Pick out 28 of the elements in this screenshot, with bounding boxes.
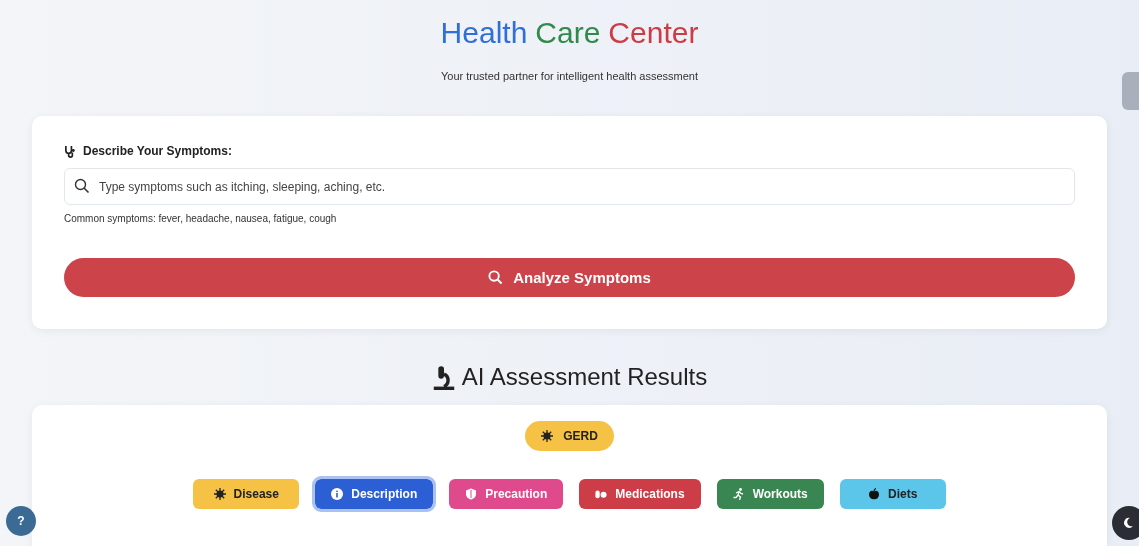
hint-text: Common symptoms: fever, headache, nausea, fatigue, cough [64, 213, 338, 224]
shield-icon [465, 488, 478, 500]
moon-icon [1122, 517, 1134, 529]
virus-icon [541, 430, 554, 442]
pills-icon [595, 488, 608, 500]
microscope-icon [431, 364, 456, 390]
disease-name: GERD [563, 429, 598, 443]
page-title: Health Care Center [440, 15, 699, 51]
result-tab[interactable]: Description [315, 479, 434, 509]
help-button[interactable]: ? [6, 506, 36, 536]
info-icon [331, 488, 344, 500]
result-tab[interactable]: Medications [579, 479, 701, 509]
symptom-search-field[interactable]: Type symptoms such as itching, sleeping, aching, etc. [64, 168, 1075, 205]
search-icon [74, 178, 90, 194]
result-tab[interactable]: Workouts [716, 479, 824, 509]
search-icon [488, 270, 504, 285]
result-tab[interactable]: Diets [839, 479, 946, 509]
apple-icon [868, 488, 881, 500]
results-heading: AI Assessment Results [461, 363, 708, 391]
result-tab[interactable]: Precaution [449, 479, 564, 509]
virus-icon [213, 488, 226, 500]
analyze-button[interactable]: Analyze Symptoms [64, 258, 1075, 297]
stethoscope-icon [64, 144, 77, 158]
result-tab[interactable]: Disease [193, 479, 300, 509]
subtitle: Your trusted partner for intelligent health assessment [441, 70, 698, 82]
theme-toggle-button[interactable] [1112, 506, 1139, 540]
running-person-icon [732, 488, 745, 500]
symptoms-label: Describe Your Symptoms: [83, 144, 232, 158]
